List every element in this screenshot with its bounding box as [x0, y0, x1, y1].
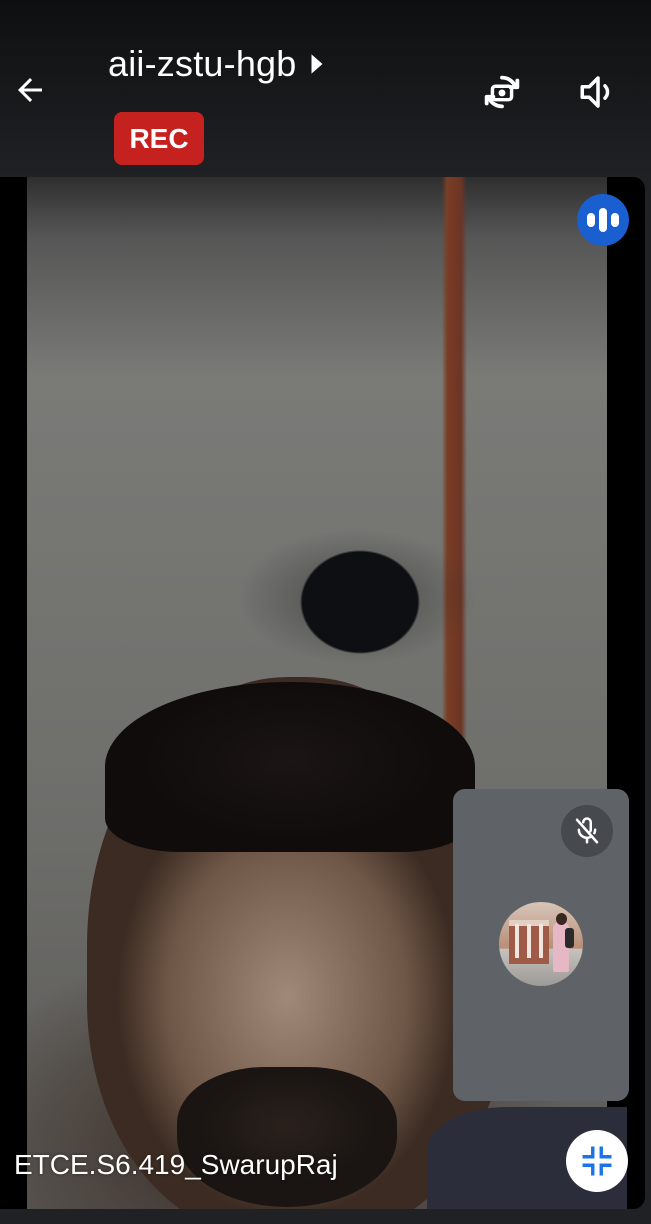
caret-right-icon — [311, 54, 323, 74]
collapse-icon — [582, 1146, 612, 1176]
audio-level-icon — [587, 208, 619, 232]
collapse-button[interactable] — [566, 1130, 628, 1192]
self-view-tile[interactable] — [453, 789, 629, 1101]
main-video-stage[interactable]: ETCE.S6.419_SwarupRaj — [0, 177, 645, 1209]
participant-beard — [177, 1067, 397, 1207]
back-button[interactable] — [6, 66, 54, 114]
user-avatar — [499, 902, 583, 986]
switch-camera-button[interactable] — [474, 66, 530, 118]
mic-off-icon — [575, 817, 599, 844]
recording-badge: REC — [114, 112, 204, 165]
self-mic-status — [561, 805, 613, 857]
participant-hair — [105, 682, 475, 852]
meeting-header: aii-zstu-hgb REC — [0, 0, 651, 177]
speaking-indicator — [577, 194, 629, 246]
participant-name: ETCE.S6.419_SwarupRaj — [14, 1149, 338, 1180]
arrow-back-icon — [18, 78, 42, 102]
volume-up-icon — [580, 76, 610, 108]
meeting-title-button[interactable]: aii-zstu-hgb — [108, 40, 324, 88]
audio-output-button[interactable] — [572, 66, 624, 118]
switch-camera-icon — [484, 75, 520, 109]
meeting-code: aii-zstu-hgb — [108, 43, 297, 84]
